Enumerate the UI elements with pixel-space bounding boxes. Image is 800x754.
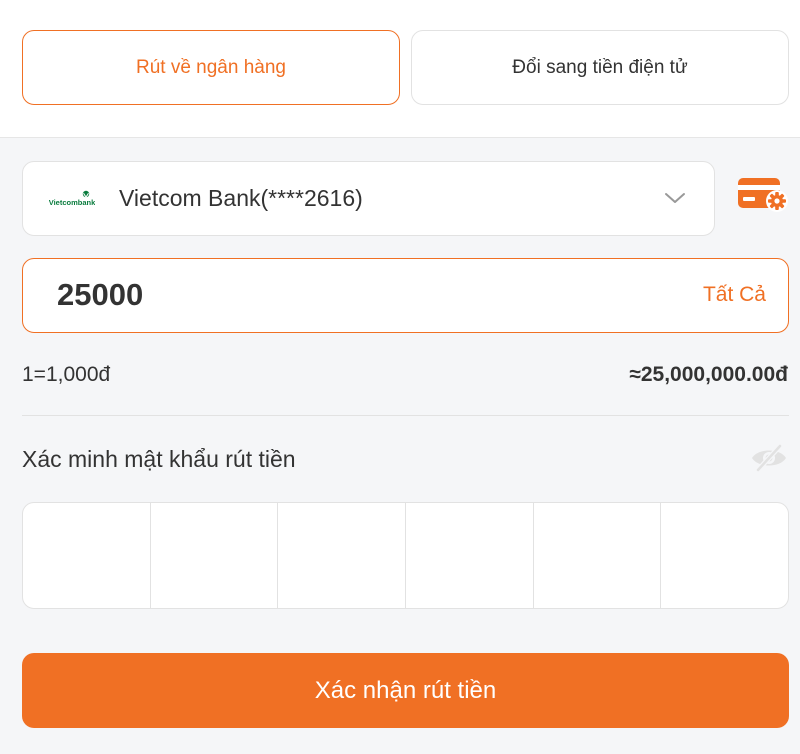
vietcombank-logo: Vietcombank	[49, 190, 95, 207]
pin-digit-cell[interactable]	[534, 503, 662, 608]
card-settings-icon[interactable]	[738, 176, 790, 214]
select-all-amount-button[interactable]: Tất Cả	[703, 283, 766, 307]
confirm-withdraw-button[interactable]: Xác nhận rút tiền	[22, 653, 789, 728]
exchange-rate: 1=1,000đ	[22, 363, 111, 386]
amount-field: Tất Cả	[22, 258, 789, 333]
bank-account-select[interactable]: Vietcombank Vietcom Bank(****2616)	[22, 161, 715, 236]
chevron-down-icon	[665, 193, 685, 203]
tab-bar: Rút về ngân hàng Đổi sang tiền điện tử	[0, 0, 800, 138]
divider	[22, 415, 789, 416]
pin-digit-cell[interactable]	[151, 503, 279, 608]
tab-convert-to-crypto[interactable]: Đổi sang tiền điện tử	[411, 30, 789, 105]
pin-digit-cell[interactable]	[23, 503, 151, 608]
withdraw-password-label: Xác minh mật khẩu rút tiền	[22, 446, 296, 472]
pin-digit-cell[interactable]	[278, 503, 407, 608]
bank-account-name: Vietcom Bank(****2616)	[119, 185, 363, 211]
pin-digit-cell[interactable]	[406, 503, 534, 608]
tab-withdraw-to-bank[interactable]: Rút về ngân hàng	[22, 30, 400, 105]
converted-amount: ≈25,000,000.00đ	[629, 363, 788, 386]
eye-off-icon[interactable]	[750, 442, 788, 474]
withdraw-password-input[interactable]	[22, 502, 789, 609]
bank-logo-text: Vietcombank	[49, 198, 95, 207]
pin-digit-cell[interactable]	[661, 503, 788, 608]
amount-input[interactable]	[57, 275, 617, 315]
